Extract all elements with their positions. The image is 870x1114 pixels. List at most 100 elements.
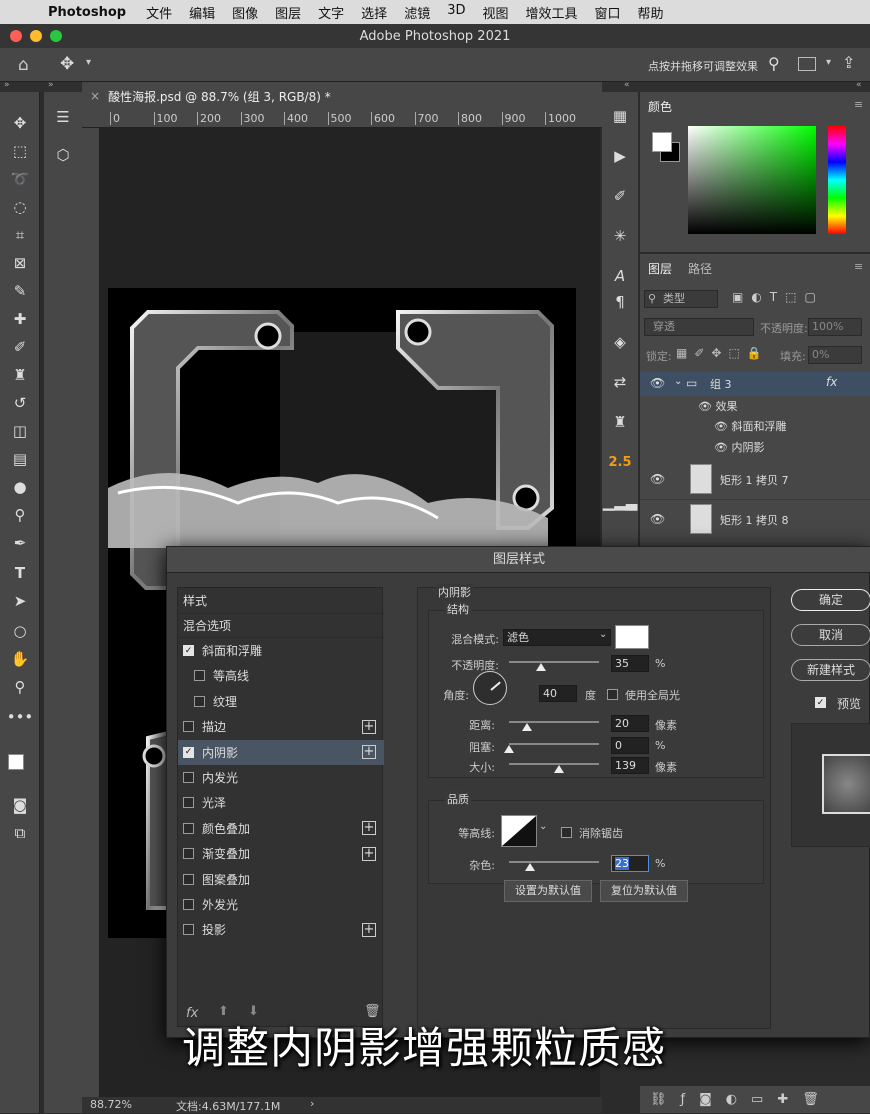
style-item[interactable]: 颜色叠加 + bbox=[178, 816, 384, 841]
menu-item[interactable]: 文字 bbox=[318, 3, 344, 22]
opacity-field[interactable]: 35 bbox=[611, 655, 649, 672]
lasso-tool-icon[interactable]: ➰ bbox=[6, 166, 34, 192]
menu-item[interactable]: 图像 bbox=[232, 3, 258, 22]
style-item[interactable]: ✓ 内阴影 + bbox=[178, 739, 384, 765]
layer-row-group3[interactable]: 👁 ⌄ ▭ 组 3 fx bbox=[640, 372, 870, 396]
style-checkbox[interactable]: ✓ bbox=[183, 746, 194, 758]
panel-menu-icon[interactable]: ≡ bbox=[854, 260, 863, 273]
foreground-color-swatch[interactable] bbox=[8, 754, 24, 770]
distance-slider-knob[interactable] bbox=[522, 723, 532, 731]
share-icon[interactable]: ⇪ bbox=[842, 53, 855, 72]
effect-bevel-row[interactable]: 👁 斜面和浮雕 bbox=[714, 418, 786, 434]
eye-icon[interactable]: 👁 bbox=[650, 472, 665, 486]
3d-cube-icon[interactable]: ⬡ bbox=[49, 142, 77, 168]
apple-icon[interactable] bbox=[18, 4, 34, 20]
layer-filter-select[interactable]: ⚲ 类型 bbox=[644, 290, 718, 308]
menu-item[interactable]: 选择 bbox=[361, 3, 387, 22]
blend-mode-select[interactable]: 穿透 bbox=[644, 318, 754, 336]
path-select-icon[interactable]: ➤ bbox=[6, 588, 34, 614]
glyph-icon[interactable]: ♜ bbox=[608, 410, 632, 434]
home-icon[interactable]: ⌂ bbox=[18, 55, 29, 75]
app-menu[interactable]: Photoshop bbox=[48, 5, 126, 20]
layer-row-rect7[interactable]: 👁 矩形 1 拷贝 7 bbox=[640, 460, 870, 500]
style-checkbox[interactable] bbox=[194, 695, 205, 707]
tab-layers[interactable]: 图层 bbox=[648, 260, 672, 277]
style-item[interactable]: 描边 + bbox=[178, 714, 384, 739]
search-icon[interactable]: ⚲ bbox=[768, 54, 780, 73]
menu-item[interactable]: 增效工具 bbox=[526, 3, 578, 22]
ellipse-tool-icon[interactable]: ○ bbox=[6, 618, 34, 644]
add-effect-icon[interactable]: + bbox=[362, 846, 376, 861]
close-window-button[interactable] bbox=[10, 30, 22, 42]
style-item[interactable]: 纹理 bbox=[178, 689, 384, 714]
choke-slider[interactable] bbox=[509, 743, 599, 745]
crop-tool-icon[interactable]: ⌗ bbox=[6, 222, 34, 248]
set-default-button[interactable]: 设置为默认值 bbox=[504, 880, 592, 902]
global-light-checkbox[interactable] bbox=[607, 689, 618, 700]
zoom-tool-icon[interactable]: ⚲ bbox=[6, 674, 34, 700]
new-style-button[interactable]: 新建样式 bbox=[791, 659, 870, 681]
zoom-window-button[interactable] bbox=[50, 30, 62, 42]
zoom-level[interactable]: 88.72% bbox=[90, 1098, 132, 1111]
opacity-slider[interactable] bbox=[509, 661, 599, 663]
style-item[interactable]: 等高线 bbox=[178, 663, 384, 688]
document-info[interactable]: 文档:4.63M/177.1M bbox=[176, 1098, 280, 1114]
noise-slider[interactable] bbox=[509, 861, 599, 863]
screen-mode-icon[interactable]: ⧉ bbox=[6, 820, 34, 846]
layer-row-rect8[interactable]: 👁 矩形 1 拷贝 8 bbox=[640, 500, 870, 540]
adjust-icon[interactable]: ⇄ bbox=[608, 370, 632, 394]
hue-slider[interactable] bbox=[828, 126, 846, 234]
history-brush-icon[interactable]: ↺ bbox=[6, 390, 34, 416]
menu-item[interactable]: 3D bbox=[447, 3, 465, 22]
style-checkbox[interactable] bbox=[183, 873, 194, 885]
chevron-right-icon[interactable]: › bbox=[310, 1097, 314, 1110]
eye-icon[interactable]: 👁 bbox=[650, 376, 665, 390]
menu-item[interactable]: 窗口 bbox=[595, 3, 621, 22]
eraser-icon[interactable]: ◫ bbox=[6, 418, 34, 444]
marquee-tool-icon[interactable]: ⬚ bbox=[6, 138, 34, 164]
double-chevron-icon[interactable]: « bbox=[856, 80, 862, 90]
move-tool-icon[interactable]: ✥ bbox=[6, 110, 34, 136]
minimize-window-button[interactable] bbox=[30, 30, 42, 42]
eye-icon[interactable]: 👁 bbox=[698, 400, 715, 413]
add-effect-icon[interactable]: + bbox=[362, 719, 376, 734]
cancel-button[interactable]: 取消 bbox=[791, 624, 870, 646]
opacity-field[interactable]: 100% bbox=[808, 318, 862, 336]
close-tab-icon[interactable]: × bbox=[90, 89, 100, 103]
gradient-tool-icon[interactable]: ▤ bbox=[6, 446, 34, 472]
stamp-tool-icon[interactable]: ♜ bbox=[6, 362, 34, 388]
frame-tool-icon[interactable]: ⊠ bbox=[6, 250, 34, 276]
chevron-down-icon[interactable]: ⌄ bbox=[674, 376, 682, 387]
color-field[interactable] bbox=[688, 126, 816, 234]
ok-button[interactable]: 确定 bbox=[791, 589, 870, 611]
more-tools-icon[interactable]: ••• bbox=[6, 704, 34, 730]
filter-icons[interactable]: ▣◐T⬚▢ bbox=[732, 290, 824, 304]
brush-settings-icon[interactable]: ✐ bbox=[608, 184, 632, 208]
fill-field[interactable]: 0% bbox=[808, 346, 862, 364]
fx-icon[interactable]: fx bbox=[826, 375, 837, 389]
style-checkbox[interactable] bbox=[183, 848, 194, 860]
eye-icon[interactable]: 👁 bbox=[714, 420, 731, 433]
table-icon[interactable]: ▦ bbox=[608, 104, 632, 128]
style-checkbox[interactable] bbox=[183, 822, 194, 834]
style-item[interactable]: 图案叠加 bbox=[178, 867, 384, 892]
menu-item[interactable]: 图层 bbox=[275, 3, 301, 22]
style-item[interactable]: 内发光 bbox=[178, 765, 384, 790]
quick-select-icon[interactable]: ◌ bbox=[6, 194, 34, 220]
layers-bottom-icons[interactable]: ⛓ƒ◙◐▭✚🗑 bbox=[640, 1086, 870, 1113]
shadow-color-swatch[interactable] bbox=[615, 625, 649, 649]
chevron-down-icon[interactable]: ▾ bbox=[86, 57, 91, 68]
document-tab[interactable]: × 酸性海报.psd @ 88.7% (组 3, RGB/8) * bbox=[82, 82, 602, 110]
brush-tool-icon[interactable]: ✐ bbox=[6, 334, 34, 360]
styles-header[interactable]: 样式 bbox=[178, 588, 384, 613]
add-effect-icon[interactable]: + bbox=[362, 922, 376, 937]
contour-picker[interactable] bbox=[501, 815, 537, 847]
foreground-color-swatch[interactable] bbox=[652, 132, 672, 152]
effects-row[interactable]: 👁 效果 bbox=[698, 398, 737, 414]
style-checkbox[interactable]: ✓ bbox=[183, 645, 194, 656]
eye-icon[interactable]: 👁 bbox=[714, 441, 731, 454]
pen-tool-icon[interactable]: ✒ bbox=[6, 530, 34, 556]
dodge-tool-icon[interactable]: ⚲ bbox=[6, 502, 34, 528]
chevron-down-icon[interactable]: ▾ bbox=[826, 57, 831, 68]
style-checkbox[interactable] bbox=[183, 721, 194, 733]
